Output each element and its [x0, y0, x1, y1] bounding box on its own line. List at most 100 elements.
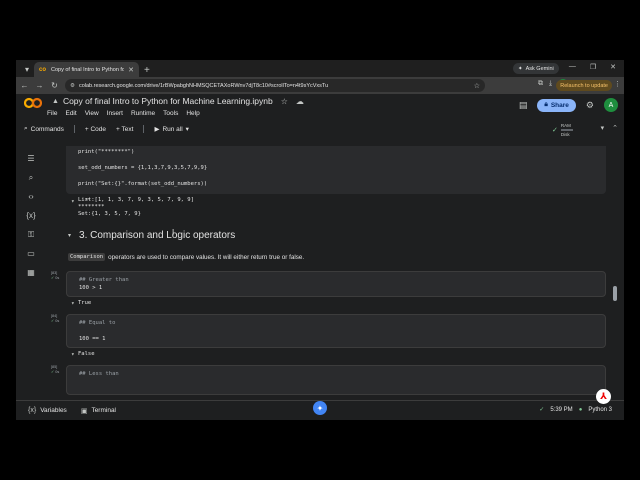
notebook-title[interactable]: ▲ Copy of final Intro to Python for Mach…	[52, 96, 304, 106]
output-collapse-icon[interactable]: ▾	[71, 351, 75, 358]
cell-output: ▾ ⋯ List:[1, 1, 3, 7, 9, 3, 5, 7, 9, 9] …	[66, 194, 606, 222]
code-line: print("********")	[78, 149, 135, 155]
run-all-button[interactable]: ▶ Run all ▾	[154, 125, 189, 134]
maximize-icon[interactable]: ❐	[590, 63, 596, 71]
back-icon[interactable]: ←	[20, 81, 29, 90]
output-collapse-icon[interactable]: ▾	[71, 300, 75, 307]
menu-edit[interactable]: Edit	[65, 110, 76, 117]
chevron-down-icon[interactable]: ▾	[68, 232, 71, 239]
browser-tab-active[interactable]: co Copy of final Intro to Python fo ✕	[34, 62, 139, 77]
run-time: 0s	[55, 370, 60, 374]
commands-button[interactable]: ⌕ Commands	[24, 125, 64, 133]
minimize-icon[interactable]: —	[569, 63, 576, 71]
share-button[interactable]: 🔒︎ Share	[537, 98, 576, 112]
runtime-status[interactable]: ✓ 5:39 PM ● Python 3	[539, 406, 612, 414]
data-table-icon[interactable]: ▦	[27, 268, 35, 278]
new-tab-icon[interactable]: +	[144, 65, 150, 76]
gemini-icon: ✦	[518, 65, 523, 72]
colab-logo-icon[interactable]	[24, 97, 42, 109]
menu-insert[interactable]: Insert	[107, 110, 123, 117]
section-heading[interactable]: ▾ 3. Comparison and Logic operators	[48, 222, 606, 248]
files-folder-icon[interactable]: ▭	[27, 249, 35, 259]
site-info-icon[interactable]: ⚙	[70, 83, 75, 89]
drive-icon: ▲	[52, 97, 59, 105]
output-line: Set:{1, 3, 5, 7, 9}	[78, 211, 141, 217]
downloads-icon[interactable]: ⤓	[549, 80, 552, 88]
runtime-resources[interactable]: ✓ RAM Disk	[552, 123, 573, 137]
code-line: 100 == 1	[79, 336, 106, 342]
tab-search-icon[interactable]: ▾	[20, 62, 34, 76]
code-editor[interactable]: print("********") set_odd_numbers = {1,1…	[66, 146, 606, 194]
code-cell[interactable]: [84] ✓ 0s ## Equal to 100 == 1 ▾ False	[48, 314, 606, 362]
menu-file[interactable]: File	[47, 110, 57, 117]
code-line: 100 > 1	[79, 285, 103, 291]
code-cell[interactable]: [85] ✓ 0s ## Less than	[48, 365, 606, 395]
variables-button[interactable]: {x} Variables	[28, 407, 67, 414]
menu-view[interactable]: View	[85, 110, 99, 117]
runtime-dropdown-icon[interactable]: ▾	[601, 124, 605, 132]
success-check-icon: ✓	[51, 319, 55, 323]
notebook-scrollbar[interactable]	[613, 286, 617, 301]
reload-icon[interactable]: ↻	[50, 81, 59, 90]
status-time: 5:39 PM	[550, 406, 573, 413]
success-check-icon: ✓	[51, 276, 55, 280]
play-icon: ▶	[154, 126, 160, 133]
output-collapse-icon[interactable]: ▾	[71, 198, 75, 205]
extensions-icon[interactable]: ⧉	[538, 80, 543, 88]
success-check-icon: ✓	[539, 407, 545, 413]
output-menu-icon[interactable]: ⋯	[86, 195, 90, 203]
variables-icon: {x}	[28, 407, 37, 414]
code-cell[interactable]: [83] ✓ 0s ## Greater than 100 > 1 ▾ True	[48, 271, 606, 311]
code-snippets-icon[interactable]: ‹›	[28, 192, 33, 202]
code-editor[interactable]: ## Equal to 100 == 1	[66, 314, 606, 348]
resource-meters: RAM Disk	[560, 123, 573, 137]
address-bar[interactable]: ⚙ colab.research.google.com/drive/1rBWpa…	[65, 79, 485, 92]
left-sidebar: ☰ ⌕ ‹› {x} ⚿ ▭ ▦	[16, 146, 46, 400]
connected-check-icon: ✓	[552, 126, 558, 134]
share-label: Share	[550, 101, 569, 109]
runtime-label: Python 3	[588, 406, 612, 413]
add-text-button[interactable]: + Text	[116, 126, 133, 133]
collapse-header-icon[interactable]: ⌃	[612, 124, 618, 132]
toolbar-right: ▾ ⌃	[601, 124, 618, 132]
forward-icon[interactable]: →	[35, 81, 44, 90]
window-controls: — ❐ ✕	[569, 63, 616, 71]
cell-output: ▾ False	[66, 348, 606, 362]
code-editor[interactable]: ## Less than	[66, 365, 606, 395]
add-code-button[interactable]: + Code	[85, 126, 106, 133]
cell-run-info: [83] ✓ 0s	[51, 271, 59, 281]
code-comment: ## Greater than	[79, 277, 129, 283]
text-cell-body: operators are used to compare values. It…	[108, 253, 305, 261]
ask-gemini-button[interactable]: ✦ Ask Gemini	[513, 63, 559, 74]
notebook-title-text[interactable]: Copy of final Intro to Python for Machin…	[63, 96, 273, 106]
acrobat-extension-icon[interactable]: ⅄	[596, 389, 611, 404]
code-editor[interactable]: ## Greater than 100 > 1	[66, 271, 606, 297]
code-line: print("Set:{}".format(set_odd_numbers))	[78, 181, 208, 187]
table-of-contents-icon[interactable]: ☰	[27, 154, 34, 164]
terminal-button[interactable]: ▣ Terminal	[81, 407, 116, 415]
text-cell[interactable]: Comparison operators are used to compare…	[48, 248, 606, 266]
notebook-content[interactable]: print("********") set_odd_numbers = {1,1…	[46, 146, 624, 400]
account-avatar[interactable]: A	[604, 98, 618, 112]
terminal-icon: ▣	[80, 407, 88, 415]
disk-label: Disk	[560, 132, 570, 137]
menu-runtime[interactable]: Runtime	[131, 110, 155, 117]
browser-menu-icon[interactable]: ⋮	[614, 80, 621, 88]
comments-icon[interactable]: ▤	[519, 100, 528, 111]
gemini-fab-icon[interactable]: ✦	[313, 401, 327, 415]
tab-title: Copy of final Intro to Python fo	[51, 66, 125, 73]
close-tab-icon[interactable]: ✕	[128, 66, 134, 74]
relaunch-to-update-button[interactable]: Relaunch to update	[556, 80, 612, 91]
variables-icon[interactable]: {x}	[26, 211, 35, 221]
menu-help[interactable]: Help	[186, 110, 199, 117]
star-icon[interactable]: ☆	[281, 97, 288, 106]
settings-gear-icon[interactable]: ⚙	[586, 100, 594, 111]
ram-bar	[560, 129, 573, 131]
toolbar-divider	[143, 125, 145, 133]
menu-tools[interactable]: Tools	[163, 110, 178, 117]
search-code-icon[interactable]: ⌕	[29, 173, 33, 183]
bookmark-star-icon[interactable]: ☆	[474, 82, 480, 90]
secrets-key-icon[interactable]: ⚿	[28, 230, 34, 240]
code-cell[interactable]: print("********") set_odd_numbers = {1,1…	[48, 146, 606, 222]
close-window-icon[interactable]: ✕	[610, 63, 616, 71]
